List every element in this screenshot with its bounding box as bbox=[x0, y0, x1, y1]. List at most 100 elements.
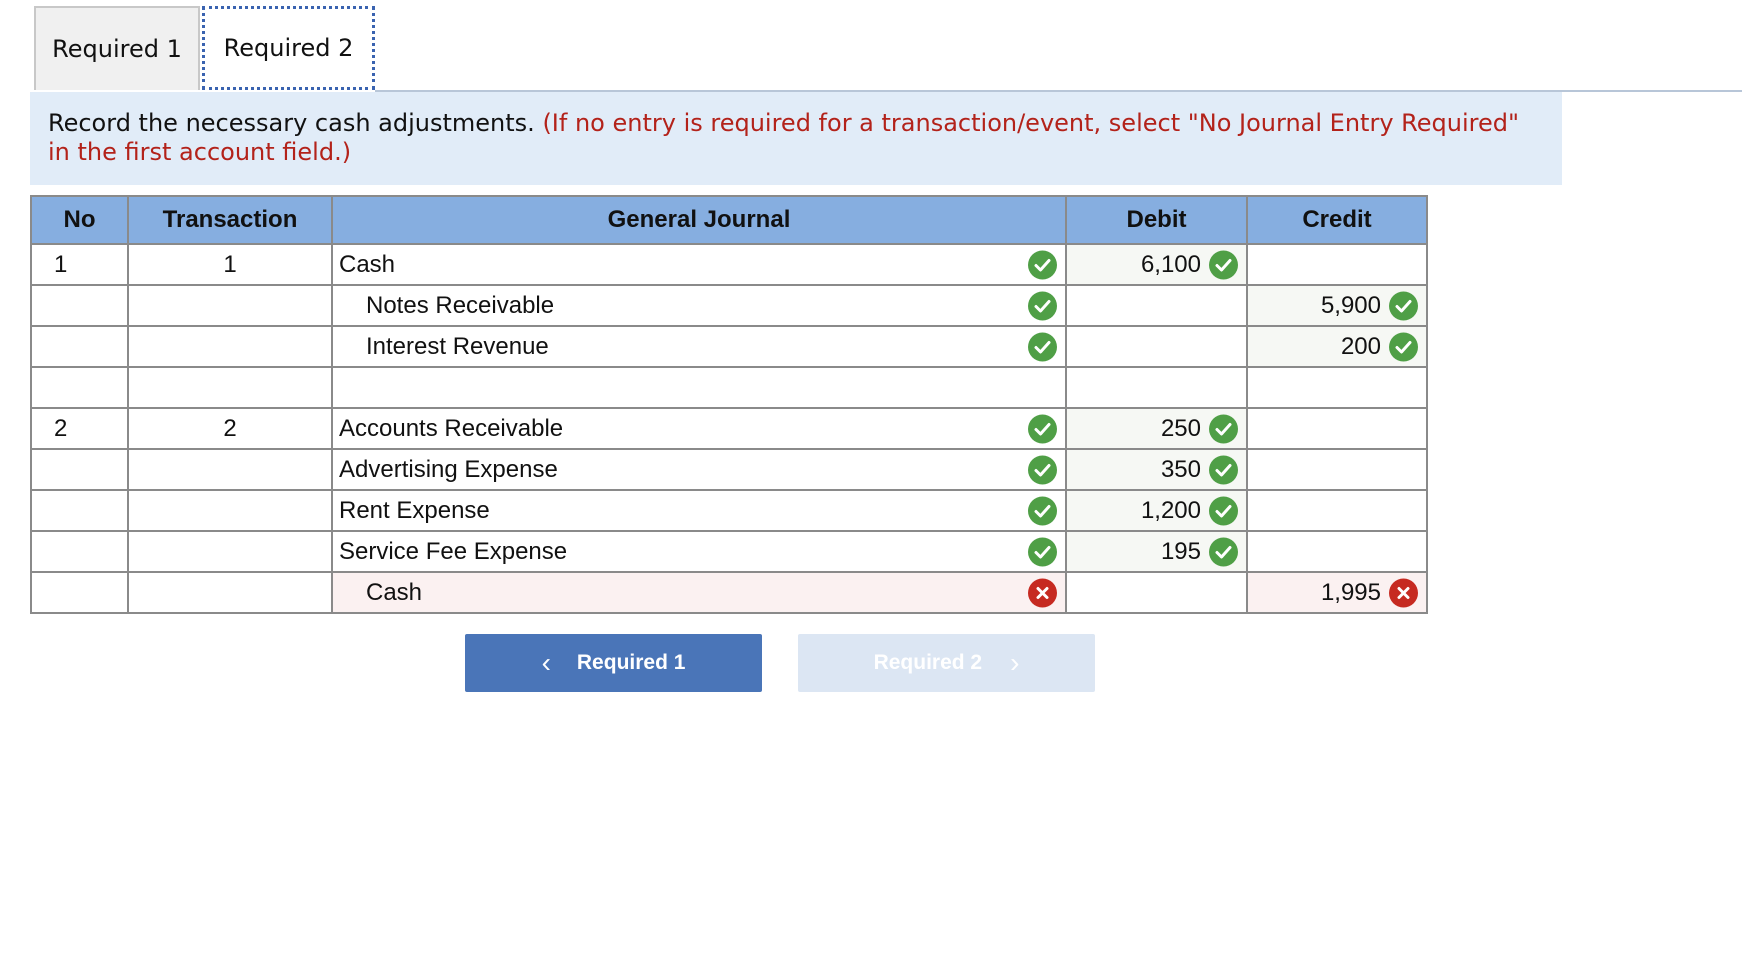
row-number bbox=[30, 325, 129, 368]
check-circle-icon bbox=[1028, 291, 1057, 320]
account-name: Cash bbox=[366, 578, 423, 606]
credit-input[interactable]: 1,995 bbox=[1246, 571, 1428, 614]
transaction-number bbox=[127, 284, 333, 327]
debit-value: 195 bbox=[1160, 537, 1201, 565]
account-select[interactable]: Rent Expense bbox=[331, 489, 1067, 532]
account-name: Advertising Expense bbox=[339, 455, 558, 483]
account-name: Cash bbox=[339, 250, 396, 278]
debit-value: 1,200 bbox=[1140, 496, 1201, 524]
account-select[interactable]: Notes Receivable bbox=[331, 284, 1067, 327]
check-circle-icon bbox=[1209, 414, 1238, 443]
account-select[interactable] bbox=[331, 366, 1067, 409]
transaction-number: 1 bbox=[127, 243, 333, 286]
account-name: Rent Expense bbox=[339, 496, 490, 524]
header-no: No bbox=[30, 195, 129, 245]
account-select[interactable]: Cash bbox=[331, 571, 1067, 614]
debit-value: 6,100 bbox=[1140, 250, 1201, 278]
check-circle-icon bbox=[1028, 455, 1057, 484]
x-circle-icon bbox=[1028, 578, 1057, 607]
header-general-journal: General Journal bbox=[331, 195, 1067, 245]
account-select[interactable]: Advertising Expense bbox=[331, 448, 1067, 491]
credit-input[interactable] bbox=[1246, 489, 1428, 532]
table-row: Cash 1,995 bbox=[30, 571, 1428, 614]
debit-value: 250 bbox=[1160, 414, 1201, 442]
transaction-number bbox=[127, 571, 333, 614]
row-number bbox=[30, 530, 129, 573]
table-row: Rent Expense 1,200 bbox=[30, 489, 1428, 532]
check-circle-icon bbox=[1389, 291, 1418, 320]
debit-input[interactable] bbox=[1065, 284, 1248, 327]
check-circle-icon bbox=[1209, 537, 1238, 566]
prev-required-1-button[interactable]: ‹ Required 1 bbox=[465, 634, 762, 692]
transaction-number bbox=[127, 448, 333, 491]
debit-input[interactable]: 195 bbox=[1065, 530, 1248, 573]
transaction-number bbox=[127, 489, 333, 532]
row-number bbox=[30, 448, 129, 491]
credit-input[interactable] bbox=[1246, 243, 1428, 286]
table-row: Interest Revenue 200 bbox=[30, 325, 1428, 368]
credit-input[interactable]: 5,900 bbox=[1246, 284, 1428, 327]
instructions-text: Record the necessary cash adjustments. bbox=[48, 109, 535, 137]
account-select[interactable]: Cash bbox=[331, 243, 1067, 286]
account-select[interactable]: Service Fee Expense bbox=[331, 530, 1067, 573]
debit-input[interactable]: 350 bbox=[1065, 448, 1248, 491]
debit-input[interactable]: 250 bbox=[1065, 407, 1248, 450]
row-number bbox=[30, 571, 129, 614]
debit-input[interactable] bbox=[1065, 571, 1248, 614]
header-credit: Credit bbox=[1246, 195, 1428, 245]
credit-input[interactable] bbox=[1246, 448, 1428, 491]
check-circle-icon bbox=[1028, 537, 1057, 566]
row-number: 2 bbox=[30, 407, 129, 450]
chevron-left-icon: ‹ bbox=[541, 647, 551, 678]
table-row: Notes Receivable 5,900 bbox=[30, 284, 1428, 327]
header-transaction: Transaction bbox=[127, 195, 333, 245]
credit-value: 200 bbox=[1340, 332, 1381, 360]
debit-input[interactable]: 1,200 bbox=[1065, 489, 1248, 532]
credit-value: 5,900 bbox=[1320, 291, 1381, 319]
transaction-number bbox=[127, 325, 333, 368]
debit-value: 350 bbox=[1160, 455, 1201, 483]
transaction-number bbox=[127, 530, 333, 573]
check-circle-icon bbox=[1209, 455, 1238, 484]
account-name: Interest Revenue bbox=[366, 332, 549, 360]
transaction-number bbox=[127, 366, 333, 409]
account-name: Service Fee Expense bbox=[339, 537, 568, 565]
row-number bbox=[30, 284, 129, 327]
row-number bbox=[30, 366, 129, 409]
debit-input[interactable] bbox=[1065, 325, 1248, 368]
instructions-panel: Record the necessary cash adjustments. (… bbox=[30, 92, 1562, 185]
credit-input[interactable] bbox=[1246, 530, 1428, 573]
general-journal-table: No Transaction General Journal Debit Cre… bbox=[30, 195, 1428, 614]
account-select[interactable]: Accounts Receivable bbox=[331, 407, 1067, 450]
table-header-row: No Transaction General Journal Debit Cre… bbox=[30, 195, 1428, 245]
tab-required-2[interactable]: Required 2 bbox=[202, 6, 375, 90]
credit-input[interactable] bbox=[1246, 366, 1428, 409]
check-circle-icon bbox=[1028, 332, 1057, 361]
check-circle-icon bbox=[1209, 496, 1238, 525]
check-circle-icon bbox=[1389, 332, 1418, 361]
row-number bbox=[30, 489, 129, 532]
check-circle-icon bbox=[1028, 496, 1057, 525]
x-circle-icon bbox=[1389, 578, 1418, 607]
check-circle-icon bbox=[1028, 414, 1057, 443]
row-number: 1 bbox=[30, 243, 129, 286]
prev-button-label: Required 1 bbox=[576, 651, 686, 674]
check-circle-icon bbox=[1209, 250, 1238, 279]
table-row bbox=[30, 366, 1428, 409]
account-name: Notes Receivable bbox=[366, 291, 555, 319]
credit-input[interactable]: 200 bbox=[1246, 325, 1428, 368]
tab-required-1[interactable]: Required 1 bbox=[34, 6, 200, 90]
next-button-label: Required 2 bbox=[873, 651, 983, 674]
account-select[interactable]: Interest Revenue bbox=[331, 325, 1067, 368]
transaction-number: 2 bbox=[127, 407, 333, 450]
chevron-right-icon: › bbox=[1010, 647, 1020, 678]
next-required-2-button: Required 2 › bbox=[798, 634, 1095, 692]
header-debit: Debit bbox=[1065, 195, 1248, 245]
table-row: 1 1 Cash 6,100 bbox=[30, 243, 1428, 286]
table-row: Advertising Expense 350 bbox=[30, 448, 1428, 491]
credit-input[interactable] bbox=[1246, 407, 1428, 450]
account-name: Accounts Receivable bbox=[339, 414, 564, 442]
debit-input[interactable] bbox=[1065, 366, 1248, 409]
debit-input[interactable]: 6,100 bbox=[1065, 243, 1248, 286]
credit-value: 1,995 bbox=[1320, 578, 1381, 606]
